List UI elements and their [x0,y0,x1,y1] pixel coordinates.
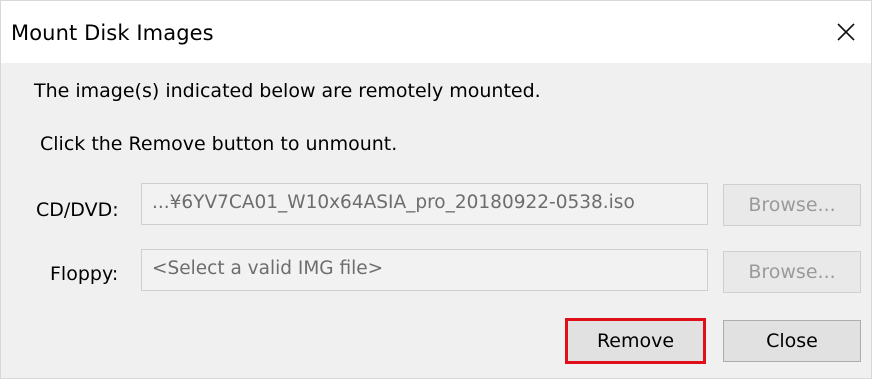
cd-dvd-path-field[interactable]: ...¥6YV7CA01_W10x64ASIA_pro_20180922-053… [141,183,708,225]
dialog-title: Mount Disk Images [11,21,214,45]
floppy-label: Floppy: [50,263,119,285]
remove-button[interactable]: Remove [565,318,706,364]
floppy-path-field[interactable]: <Select a valid IMG file> [141,249,708,291]
message-line-2: Click the Remove button to unmount. [40,133,398,155]
close-icon-glyph [837,23,855,41]
cd-dvd-label: CD/DVD: [36,199,119,221]
floppy-browse-button[interactable]: Browse... [723,251,861,293]
close-icon[interactable] [831,17,861,47]
mount-disk-images-dialog: Mount Disk Images The image(s) indicated… [0,0,872,379]
dialog-body: The image(s) indicated below are remotel… [1,63,871,378]
close-button[interactable]: Close [723,320,861,362]
message-line-1: The image(s) indicated below are remotel… [34,80,541,102]
cd-dvd-browse-button[interactable]: Browse... [723,184,861,226]
title-bar: Mount Disk Images [1,1,871,63]
